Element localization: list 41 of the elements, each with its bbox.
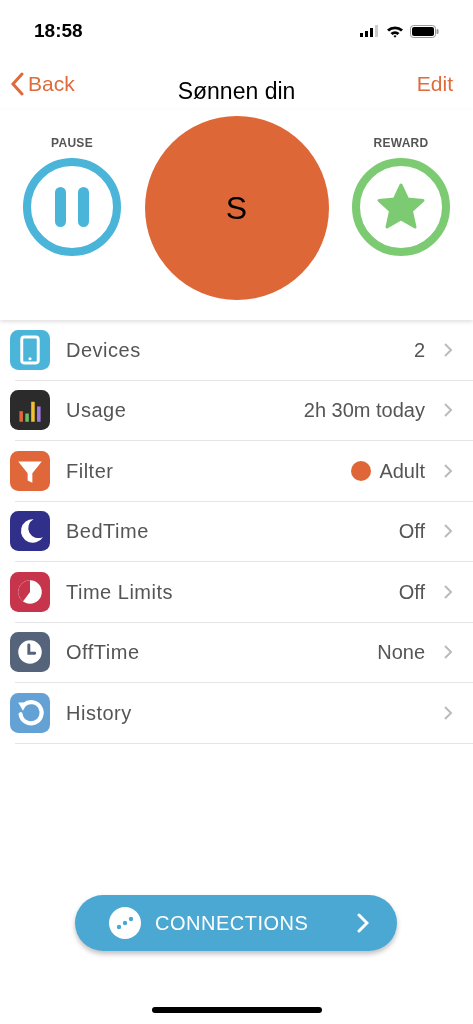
pause-button[interactable] xyxy=(23,158,121,256)
chevron-right-icon xyxy=(443,402,453,419)
chevron-right-icon xyxy=(443,644,453,661)
dots-icon xyxy=(109,907,141,939)
settings-row[interactable]: BedTime Off xyxy=(15,501,473,562)
row-label: History xyxy=(66,700,132,726)
reward-button[interactable] xyxy=(352,158,450,256)
row-label: Filter xyxy=(66,458,114,484)
wifi-icon xyxy=(386,24,404,38)
settings-row[interactable]: Devices 2 xyxy=(15,320,473,381)
row-value: None xyxy=(377,640,425,666)
settings-row[interactable]: Filter Adult xyxy=(15,441,473,502)
pause-label: PAUSE xyxy=(51,135,93,152)
chevron-right-icon xyxy=(443,462,453,479)
row-label: Usage xyxy=(66,398,127,424)
status-time: 18:58 xyxy=(34,18,83,43)
row-value: Off xyxy=(398,579,425,605)
signal-icon xyxy=(360,25,380,37)
battery-icon xyxy=(410,24,439,38)
row-label: Time Limits xyxy=(66,579,173,605)
row-value: Adult xyxy=(379,458,425,484)
chevron-right-icon xyxy=(443,704,453,721)
reward-label: REWARD xyxy=(373,135,429,152)
row-value: 2h 30m today xyxy=(303,398,425,424)
row-label: OffTime xyxy=(66,640,140,666)
settings-row[interactable]: OffTime None xyxy=(15,622,473,683)
row-value: 2 xyxy=(413,337,425,363)
settings-row[interactable]: History xyxy=(15,683,473,744)
chevron-left-icon xyxy=(10,71,24,96)
settings-row[interactable]: Usage 2h 30m today xyxy=(15,380,473,441)
settings-row[interactable]: Time Limits Off xyxy=(15,562,473,623)
row-value: Off xyxy=(398,519,425,545)
chevron-right-icon xyxy=(357,913,369,933)
chevron-right-icon xyxy=(443,341,453,358)
chevron-right-icon xyxy=(443,583,453,600)
chevron-right-icon xyxy=(443,523,453,540)
page-title: Sønnen din xyxy=(177,77,296,106)
row-label: BedTime xyxy=(66,519,149,545)
star-icon xyxy=(376,183,426,231)
row-label: Devices xyxy=(66,337,141,363)
avatar[interactable]: S xyxy=(144,116,329,300)
